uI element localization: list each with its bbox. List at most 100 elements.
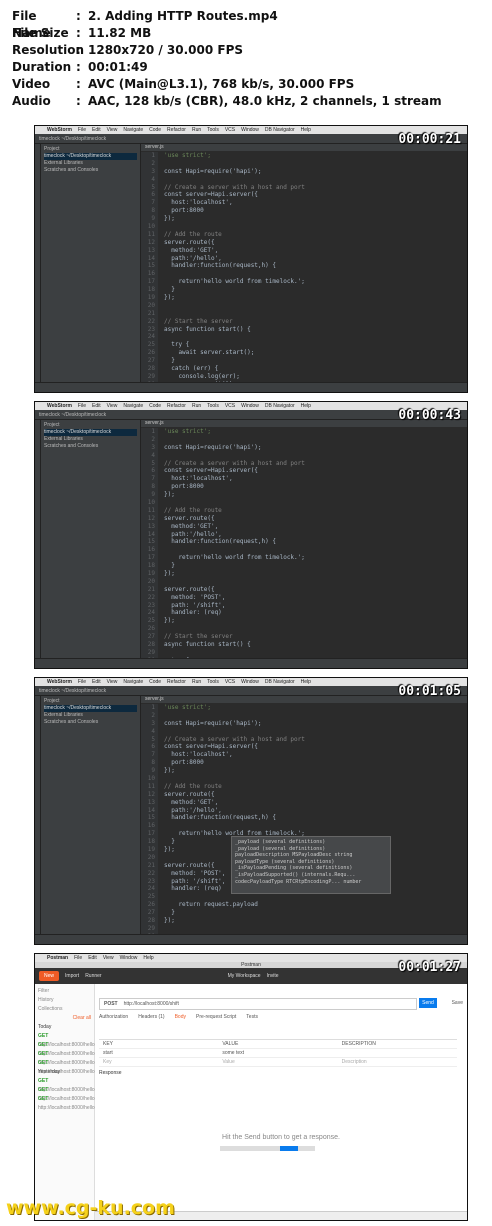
code-line[interactable]: 25 try {: [141, 341, 467, 350]
code-line[interactable]: 6 const server=Hapi.server({: [141, 191, 467, 200]
code-line[interactable]: 23 async function start() {: [141, 325, 467, 334]
project-tree-item[interactable]: External Libraries: [44, 712, 137, 719]
menu-item[interactable]: Help: [301, 679, 311, 685]
code-editor[interactable]: server.js 1'use strict'; 2 3 const Hapi=req…: [141, 696, 467, 935]
invite-button[interactable]: Invite: [267, 973, 279, 979]
menu-item[interactable]: File: [78, 127, 86, 133]
autocomplete-item[interactable]: payloadDescription MSPayloadDesc string: [235, 852, 387, 859]
tab-pre-request[interactable]: Pre-request Script: [196, 1014, 236, 1020]
code-line[interactable]: 3 const Hapi=require('hapi');: [141, 167, 467, 176]
menu-item[interactable]: Run: [192, 679, 201, 685]
workspace-selector[interactable]: My Workspace: [228, 973, 261, 979]
autocomplete-item[interactable]: codecPayloadType RTCRtpEncodingP... numb…: [235, 879, 387, 886]
menu-item[interactable]: DB Navigator: [265, 127, 295, 133]
code-line[interactable]: 3 const Hapi=require('hapi');: [141, 719, 467, 728]
collections-tab[interactable]: Collections: [38, 1005, 91, 1014]
menu-item[interactable]: Code: [149, 679, 161, 685]
code-line[interactable]: 1 'use strict';: [141, 152, 467, 160]
code-line[interactable]: 13 method:'GET',: [141, 522, 467, 531]
code-line[interactable]: 9});: [141, 215, 467, 224]
request-url-bar[interactable]: POST http://localhost:8000/shift: [99, 998, 417, 1010]
menu-item[interactable]: Refactor: [167, 679, 186, 685]
code-line[interactable]: 7 host:'localhost',: [141, 475, 467, 484]
code-area[interactable]: 1 'use strict'; 2 3 const Hapi=require('hapi…: [141, 152, 467, 383]
tab-body[interactable]: Body: [175, 1014, 186, 1020]
code-line[interactable]: 2: [141, 435, 467, 444]
code-line[interactable]: 20: [141, 301, 467, 310]
code-line[interactable]: 16: [141, 822, 467, 831]
autocomplete-item[interactable]: _isPayloadSupported() (internals.Requ...: [235, 872, 387, 879]
code-line[interactable]: 21: [141, 309, 467, 318]
menu-item[interactable]: DB Navigator: [265, 679, 295, 685]
code-line[interactable]: 9});: [141, 491, 467, 500]
project-tree-item[interactable]: External Libraries: [44, 436, 137, 443]
menu-item[interactable]: File: [78, 403, 86, 409]
code-line[interactable]: 2: [141, 711, 467, 720]
code-line[interactable]: 19});: [141, 570, 467, 578]
code-line[interactable]: 14 path:'/hello',: [141, 530, 467, 539]
autocomplete-item[interactable]: _isPayloadPending (several definitions): [235, 865, 387, 872]
code-line[interactable]: 4: [141, 175, 467, 184]
project-tree-item[interactable]: Scratches and Consoles: [44, 443, 137, 450]
code-line[interactable]: 15 handler:function(request,h) {: [141, 814, 467, 823]
code-line[interactable]: 12 server.route({: [141, 790, 467, 799]
code-line[interactable]: 26: [141, 625, 467, 634]
history-item[interactable]: GET http://localhost:8000/hello: [38, 1032, 95, 1048]
code-line[interactable]: 4: [141, 727, 467, 736]
menu-item[interactable]: Tools: [207, 127, 219, 133]
menu-item[interactable]: Help: [143, 955, 153, 961]
menu-item[interactable]: Edit: [88, 955, 97, 961]
code-line[interactable]: 4: [141, 451, 467, 460]
code-line[interactable]: 8 port:8000: [141, 207, 467, 216]
code-line[interactable]: 18 }: [141, 562, 467, 571]
code-line[interactable]: 7 host:'localhost',: [141, 199, 467, 208]
history-item[interactable]: GET http://localhost:8000/hello: [38, 1077, 95, 1093]
send-button[interactable]: Send: [419, 998, 437, 1008]
code-line[interactable]: 11 // Add the route: [141, 782, 467, 791]
menu-item[interactable]: VCS: [225, 403, 235, 409]
menu-item[interactable]: Help: [301, 403, 311, 409]
code-line[interactable]: 11 // Add the route: [141, 230, 467, 239]
tab-authorization[interactable]: Authorization: [99, 1014, 128, 1020]
code-line[interactable]: 27 }: [141, 357, 467, 366]
code-area[interactable]: 1 'use strict'; 2 3 const Hapi=require('hapi…: [141, 428, 467, 659]
code-line[interactable]: 17 return'hello world from timelock.';: [141, 278, 467, 287]
code-line[interactable]: 2: [141, 159, 467, 168]
code-line[interactable]: 23 path: '/shift',: [141, 601, 467, 610]
new-button[interactable]: New: [39, 971, 60, 981]
menu-item[interactable]: Postman: [47, 955, 68, 961]
code-line[interactable]: 28});: [141, 917, 467, 925]
menu-item[interactable]: Tools: [207, 403, 219, 409]
code-area[interactable]: 1 'use strict'; 2 3 const Hapi=require('hapi…: [141, 704, 467, 935]
tab-tests[interactable]: Tests: [246, 1014, 258, 1020]
menu-item[interactable]: Window: [241, 679, 259, 685]
code-line[interactable]: 11 // Add the route: [141, 506, 467, 515]
code-line[interactable]: 9});: [141, 767, 467, 776]
code-line[interactable]: 20: [141, 577, 467, 586]
menu-item[interactable]: Window: [241, 403, 259, 409]
menu-item[interactable]: View: [107, 127, 118, 133]
menu-item[interactable]: Refactor: [167, 403, 186, 409]
code-line[interactable]: 27 }: [141, 909, 467, 918]
code-line[interactable]: 27 // Start the server: [141, 633, 467, 642]
menu-item[interactable]: View: [103, 955, 114, 961]
code-line[interactable]: 17 return'hello world from timelock.';: [141, 554, 467, 563]
code-line[interactable]: 26 await server.start();: [141, 349, 467, 358]
menu-item[interactable]: Navigate: [123, 127, 143, 133]
tab-headers[interactable]: Headers (1): [138, 1014, 164, 1020]
code-line[interactable]: 12 server.route({: [141, 514, 467, 523]
clear-all-link[interactable]: Clear all: [38, 1014, 91, 1023]
menu-item[interactable]: Run: [192, 403, 201, 409]
menu-item[interactable]: Code: [149, 127, 161, 133]
code-line[interactable]: 1 'use strict';: [141, 704, 467, 712]
menu-item[interactable]: Edit: [92, 679, 101, 685]
project-tree-item[interactable]: Scratches and Consoles: [44, 167, 137, 174]
menu-item[interactable]: File: [78, 679, 86, 685]
menu-item[interactable]: Navigate: [123, 679, 143, 685]
menu-item[interactable]: VCS: [225, 679, 235, 685]
menu-item[interactable]: VCS: [225, 127, 235, 133]
code-line[interactable]: 16: [141, 546, 467, 555]
code-line[interactable]: 13 method:'GET',: [141, 798, 467, 807]
menu-item[interactable]: Edit: [92, 403, 101, 409]
project-tree-item[interactable]: External Libraries: [44, 160, 137, 167]
